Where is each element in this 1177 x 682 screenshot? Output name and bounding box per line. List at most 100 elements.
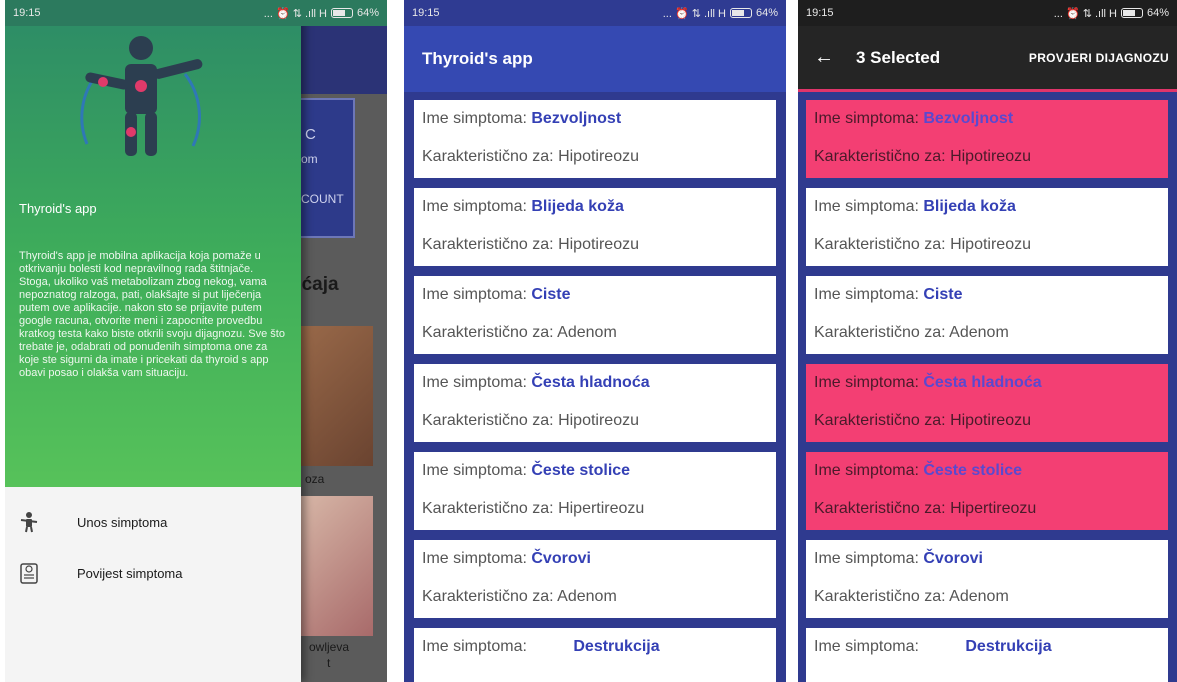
status-time: 19:15 — [13, 7, 41, 19]
bg-card-text-1: C — [305, 126, 316, 143]
symptom-card[interactable]: Ime simptoma: Bezvoljnost Karakteristično… — [414, 100, 776, 178]
characteristic-label: Karakteristično za: — [814, 148, 951, 165]
symptom-card[interactable]: Ime simptoma: Destrukcija — [414, 628, 776, 682]
symptom-name: Česte stolice — [923, 462, 1023, 479]
symptom-name: Ciste — [923, 286, 963, 303]
symptom-name-line: Ime simptoma: Blijeda koža — [814, 198, 1016, 216]
symptom-label: Ime simptoma: — [814, 198, 924, 215]
characteristic-label: Karakteristično za: — [422, 500, 559, 517]
battery-level: 64% — [1146, 7, 1169, 19]
symptom-label: Ime simptoma: — [422, 110, 532, 127]
symptom-label: Ime simptoma: — [814, 286, 924, 303]
symptom-name: Česta hladnoća — [923, 374, 1042, 391]
battery-icon — [1120, 8, 1143, 18]
clipboard-icon — [19, 562, 39, 584]
characteristic-label: Karakteristično za: — [422, 236, 559, 253]
check-diagnosis-button[interactable]: PROVJERI DIJAGNOZU — [1029, 51, 1169, 65]
characteristic-label: Karakteristično za: — [814, 500, 951, 517]
symptom-label: Ime simptoma: — [814, 374, 924, 391]
symptom-name-line: Ime simptoma: Ciste — [814, 286, 962, 304]
menu-item-label: Povijest simptoma — [77, 565, 183, 581]
characteristic-value: Adenom — [949, 324, 1009, 341]
characteristic-value: Adenom — [557, 588, 617, 605]
symptom-card[interactable]: Ime simptoma: Ciste Karakteristično za: A… — [414, 276, 776, 354]
symptom-name-line: Ime simptoma: Česta hladnoća — [814, 374, 1042, 392]
characteristic-line: Karakteristično za: Adenom — [422, 324, 617, 342]
symptom-card[interactable]: Ime simptoma: Česta hladnoća Karakteristi… — [414, 364, 776, 442]
background-label-2: owljeva — [309, 640, 350, 654]
characteristic-value: Hipotireozu — [950, 412, 1031, 429]
characteristic-line: Karakteristično za: Hipotireozu — [814, 412, 1031, 430]
thyroid-logo-icon — [80, 36, 203, 156]
background-image-1 — [295, 326, 373, 466]
symptom-name-line: Ime simptoma: Ciste — [422, 286, 570, 304]
background-label-1: oza — [305, 472, 325, 486]
battery-level: 64% — [356, 7, 379, 19]
symptom-name: Česta hladnoća — [531, 374, 650, 391]
symptom-name-line: Ime simptoma: Bezvoljnost — [422, 110, 621, 128]
status-bar: 19:15 ... ⏰ ⇅ .ıll H 64% — [404, 0, 786, 26]
background-account-card: C om COUNT — [295, 98, 355, 238]
symptom-card[interactable]: Ime simptoma: Česte stolice Karakteristič… — [806, 452, 1168, 530]
symptom-name: Destrukcija — [965, 638, 1052, 655]
symptom-name: Čvorovi — [923, 550, 983, 567]
symptom-card[interactable]: Ime simptoma: Ciste Karakteristično za: A… — [806, 276, 1168, 354]
symptom-name-line: Ime simptoma: Čvorovi — [422, 550, 591, 568]
symptom-card[interactable]: Ime simptoma: Blijeda koža Karakterističn… — [806, 188, 1168, 266]
selection-action-bar: ← 3 Selected PROVJERI DIJAGNOZU — [798, 26, 1177, 92]
symptom-list-screen: 19:15 ... ⏰ ⇅ .ıll H 64% Thyroid's app I… — [404, 0, 786, 682]
status-bar: 19:15 ... ⏰ ⇅ .ıll H 64% — [5, 0, 387, 26]
bg-card-text-3: COUNT — [301, 192, 344, 206]
symptom-card[interactable]: Ime simptoma: Čvorovi Karakteristično za:… — [414, 540, 776, 618]
characteristic-label: Karakteristično za: — [814, 588, 950, 605]
menu-item-unos-simptoma[interactable]: Unos simptoma — [19, 511, 167, 533]
app-title: Thyroid's app — [422, 49, 533, 68]
navigation-drawer: Thyroid's app Thyroid's app je mobilna a… — [5, 0, 301, 682]
characteristic-line: Karakteristično za: Hipotireozu — [422, 236, 639, 254]
characteristic-value: Hipertireozu — [558, 500, 645, 517]
status-indicator-icons: ... ⏰ ⇅ .ıll H — [1053, 7, 1117, 20]
symptom-name: Destrukcija — [573, 638, 660, 655]
symptom-selection-screen: 19:15 ... ⏰ ⇅ .ıll H 64% ← 3 Selected PR… — [798, 0, 1177, 682]
symptom-label: Ime simptoma: — [422, 286, 532, 303]
characteristic-line: Karakteristično za: Adenom — [422, 588, 617, 606]
status-indicator-icons: ... ⏰ ⇅ .ıll H — [263, 7, 327, 20]
characteristic-line: Karakteristično za: Hipertireozu — [422, 500, 644, 518]
symptom-card[interactable]: Ime simptoma: Blijeda koža Karakterističn… — [414, 188, 776, 266]
status-indicator-icons: ... ⏰ ⇅ .ıll H — [662, 7, 726, 20]
symptom-card[interactable]: Ime simptoma: Česta hladnoća Karakteristi… — [806, 364, 1168, 442]
symptom-name-line: Ime simptoma: Čvorovi — [814, 550, 983, 568]
selected-count: 3 Selected — [856, 47, 941, 67]
symptom-label: Ime simptoma: — [422, 550, 532, 567]
symptom-label: Ime simptoma: — [814, 638, 924, 655]
drawer-header: Thyroid's app Thyroid's app je mobilna a… — [5, 0, 301, 487]
drawer-description: Thyroid's app je mobilna aplikacija koja… — [19, 250, 285, 379]
symptom-card[interactable]: Ime simptoma: Čvorovi Karakteristično za:… — [806, 540, 1168, 618]
status-icons: ... ⏰ ⇅ .ıll H 64% — [264, 7, 379, 20]
characteristic-label: Karakteristično za: — [422, 588, 558, 605]
status-icons: ... ⏰ ⇅ .ıll H 64% — [1054, 7, 1169, 20]
characteristic-line: Karakteristično za: Adenom — [814, 588, 1009, 606]
battery-icon — [729, 8, 752, 18]
characteristic-line: Karakteristično za: Hipotireozu — [422, 148, 639, 166]
symptom-label: Ime simptoma: — [814, 550, 924, 567]
characteristic-line: Karakteristično za: Hipertireozu — [814, 500, 1036, 518]
symptom-label: Ime simptoma: — [422, 374, 532, 391]
symptom-label: Ime simptoma: — [814, 110, 924, 127]
characteristic-value: Hipertireozu — [950, 500, 1037, 517]
symptom-label: Ime simptoma: — [422, 638, 532, 655]
drawer-screen: 19:15 ... ⏰ ⇅ .ıll H 64% C om COUNT ećaj… — [5, 0, 387, 682]
symptom-card[interactable]: Ime simptoma: Destrukcija — [806, 628, 1168, 682]
symptom-name: Blijeda koža — [923, 198, 1016, 215]
symptom-card[interactable]: Ime simptoma: Česte stolice Karakteristič… — [414, 452, 776, 530]
symptom-name: Blijeda koža — [531, 198, 624, 215]
menu-item-povijest-simptoma[interactable]: Povijest simptoma — [19, 562, 182, 584]
back-arrow-icon[interactable]: ← — [814, 46, 834, 69]
characteristic-value: Hipotireozu — [558, 148, 639, 165]
characteristic-label: Karakteristično za: — [422, 412, 559, 429]
symptom-name-line: Ime simptoma: Blijeda koža — [422, 198, 624, 216]
symptom-name-line: Ime simptoma: Česte stolice — [422, 462, 630, 480]
characteristic-value: Hipotireozu — [558, 412, 639, 429]
symptom-card[interactable]: Ime simptoma: Bezvoljnost Karakteristično… — [806, 100, 1168, 178]
bg-card-text-2: om — [301, 152, 318, 166]
